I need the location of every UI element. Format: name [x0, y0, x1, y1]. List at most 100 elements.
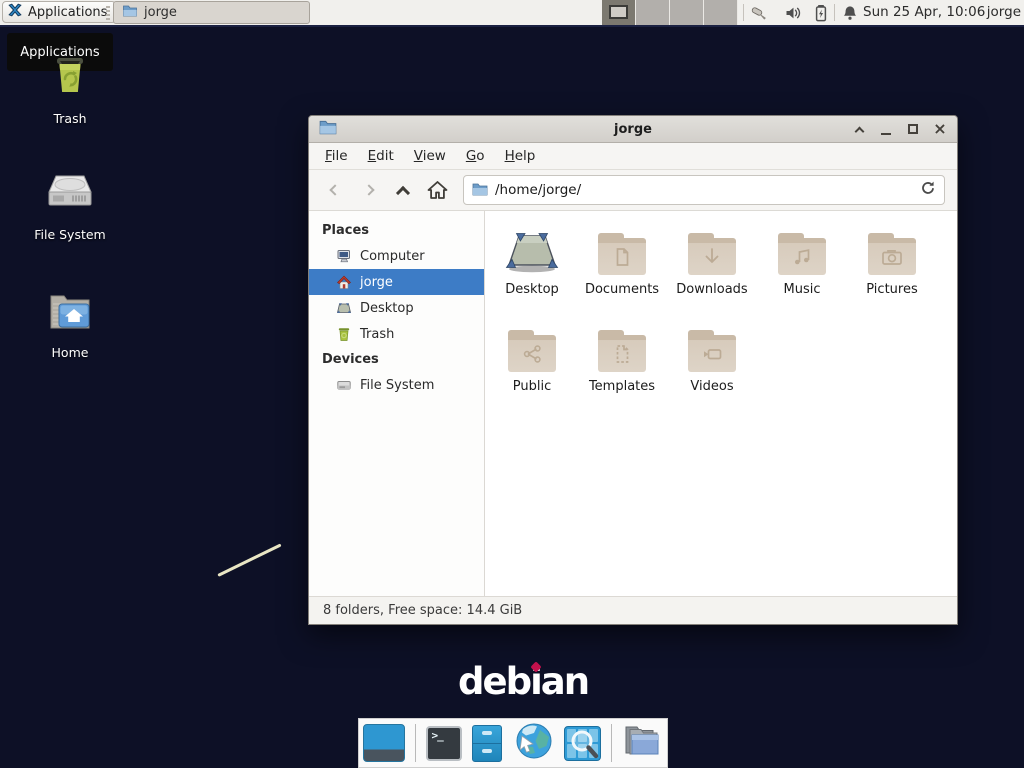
location-folder-icon	[472, 181, 488, 200]
reload-icon[interactable]	[920, 180, 936, 200]
harddisk-icon	[45, 170, 95, 220]
file-documents[interactable]: Documents	[577, 223, 667, 320]
debian-wallpaper-logo: debian	[458, 660, 588, 703]
minimize-button[interactable]	[879, 122, 893, 136]
status-text: 8 folders, Free space: 14.4 GiB	[323, 603, 522, 618]
close-button[interactable]: ×	[933, 122, 947, 136]
downloads-folder-icon	[688, 223, 736, 275]
home-folder-icon	[46, 288, 94, 338]
applications-menu-button[interactable]: Applications	[2, 1, 116, 23]
menu-view[interactable]: View	[404, 143, 456, 169]
top-panel: Applications jorge Sun 25	[0, 0, 1024, 27]
file-manager-window: jorge × File Edit View Go Help	[308, 115, 958, 625]
desktop-folder-icon	[504, 223, 560, 275]
templates-folder-icon	[598, 320, 646, 372]
applications-menu-label: Applications	[28, 5, 107, 20]
desktop-icon-label: File System	[34, 227, 106, 242]
file-desktop[interactable]: Desktop	[487, 223, 577, 320]
workspace-2[interactable]	[636, 0, 670, 25]
menubar: File Edit View Go Help	[309, 143, 957, 170]
sidebar-item-jorge[interactable]: jorge	[309, 269, 484, 295]
panel-clock[interactable]: Sun 25 Apr, 10:06	[863, 0, 985, 25]
file-music[interactable]: Music	[757, 223, 847, 320]
dock-separator	[611, 724, 612, 762]
window-folder-icon	[122, 3, 138, 23]
battery-charging-icon[interactable]	[812, 4, 830, 22]
terminal-launcher[interactable]: >_	[426, 726, 462, 761]
file-downloads[interactable]: Downloads	[667, 223, 757, 320]
cursor-artifact	[217, 543, 281, 576]
forward-button[interactable]	[355, 176, 383, 204]
harddisk-icon	[336, 377, 352, 393]
volume-icon[interactable]	[784, 4, 802, 22]
workspace-1[interactable]	[602, 0, 636, 25]
titlebar[interactable]: jorge ×	[309, 116, 957, 143]
documents-folder-icon	[598, 223, 646, 275]
menu-help[interactable]: Help	[495, 143, 546, 169]
notifications-bell-icon[interactable]	[841, 4, 859, 22]
cabinet-drawer	[473, 744, 501, 761]
sidebar-header-devices: Devices	[309, 347, 484, 372]
bottom-dock-panel: >_	[358, 718, 668, 768]
trash-icon	[336, 326, 352, 342]
magnifier-icon	[565, 727, 601, 761]
sidebar-header-places: Places	[309, 218, 484, 243]
sidebar-item-trash[interactable]: Trash	[309, 321, 484, 347]
pictures-folder-icon	[868, 223, 916, 275]
sidebar-item-desktop[interactable]: Desktop	[309, 295, 484, 321]
terminal-prompt-glyph: >_	[432, 729, 443, 742]
desktop-icon-filesystem[interactable]: File System	[22, 170, 118, 242]
settings-tool-icon[interactable]	[751, 4, 769, 22]
desktop-icon-home[interactable]: Home	[22, 288, 118, 360]
statusbar: 8 folders, Free space: 14.4 GiB	[309, 596, 957, 624]
menu-file[interactable]: File	[315, 143, 358, 169]
back-button[interactable]	[321, 176, 349, 204]
menu-go[interactable]: Go	[456, 143, 495, 169]
tray-separator	[743, 4, 744, 21]
sidebar-item-computer[interactable]: Computer	[309, 243, 484, 269]
desktop-icon	[336, 300, 352, 316]
music-folder-icon	[778, 223, 826, 275]
desktop-icon-trash[interactable]: Trash	[22, 52, 118, 126]
workspace-pager[interactable]	[602, 0, 738, 25]
show-desktop-button[interactable]	[363, 724, 405, 762]
file-videos[interactable]: Videos	[667, 320, 757, 417]
desktop-icon-label: Trash	[53, 111, 86, 126]
shade-button[interactable]	[852, 122, 866, 136]
menu-edit[interactable]: Edit	[358, 143, 404, 169]
maximize-button[interactable]	[906, 122, 920, 136]
file-pictures[interactable]: Pictures	[847, 223, 937, 320]
sidebar: Places Computer jorge Desktop Trash	[309, 211, 485, 596]
taskbar-window-label: jorge	[144, 5, 177, 20]
xfce-logo-icon	[7, 2, 23, 22]
user-home-icon	[336, 274, 352, 290]
debian-wordmark: debian	[458, 660, 588, 703]
file-templates[interactable]: Templates	[577, 320, 667, 417]
videos-folder-icon	[688, 320, 736, 372]
panel-user-menu[interactable]: jorge	[987, 0, 1021, 25]
file-public[interactable]: Public	[487, 320, 577, 417]
up-button[interactable]	[389, 176, 417, 204]
workspace-4[interactable]	[704, 0, 738, 25]
home-button[interactable]	[423, 176, 451, 204]
desktop-icon-label: Home	[52, 345, 89, 360]
panel-separator-handle[interactable]	[106, 6, 110, 20]
location-bar[interactable]: /home/jorge/	[463, 175, 945, 205]
toolbar: /home/jorge/	[309, 170, 957, 211]
web-browser-launcher[interactable]	[512, 720, 554, 766]
computer-icon	[336, 248, 352, 264]
trash-icon	[46, 52, 94, 104]
location-path[interactable]: /home/jorge/	[495, 182, 913, 198]
application-finder-launcher[interactable]	[564, 726, 601, 761]
workspace-3[interactable]	[670, 0, 704, 25]
taskbar-window-button[interactable]: jorge	[113, 1, 310, 24]
desktop: Applications jorge Sun 25	[0, 0, 1024, 768]
cabinet-drawer	[473, 726, 501, 744]
file-manager-launcher[interactable]	[472, 725, 502, 762]
public-folder-icon	[508, 320, 556, 372]
directory-menu-launcher[interactable]	[622, 722, 664, 764]
tray-separator-2	[834, 4, 835, 21]
file-list[interactable]: Desktop Documents	[485, 211, 957, 596]
sidebar-item-filesystem[interactable]: File System	[309, 372, 484, 398]
dock-separator	[415, 724, 416, 762]
